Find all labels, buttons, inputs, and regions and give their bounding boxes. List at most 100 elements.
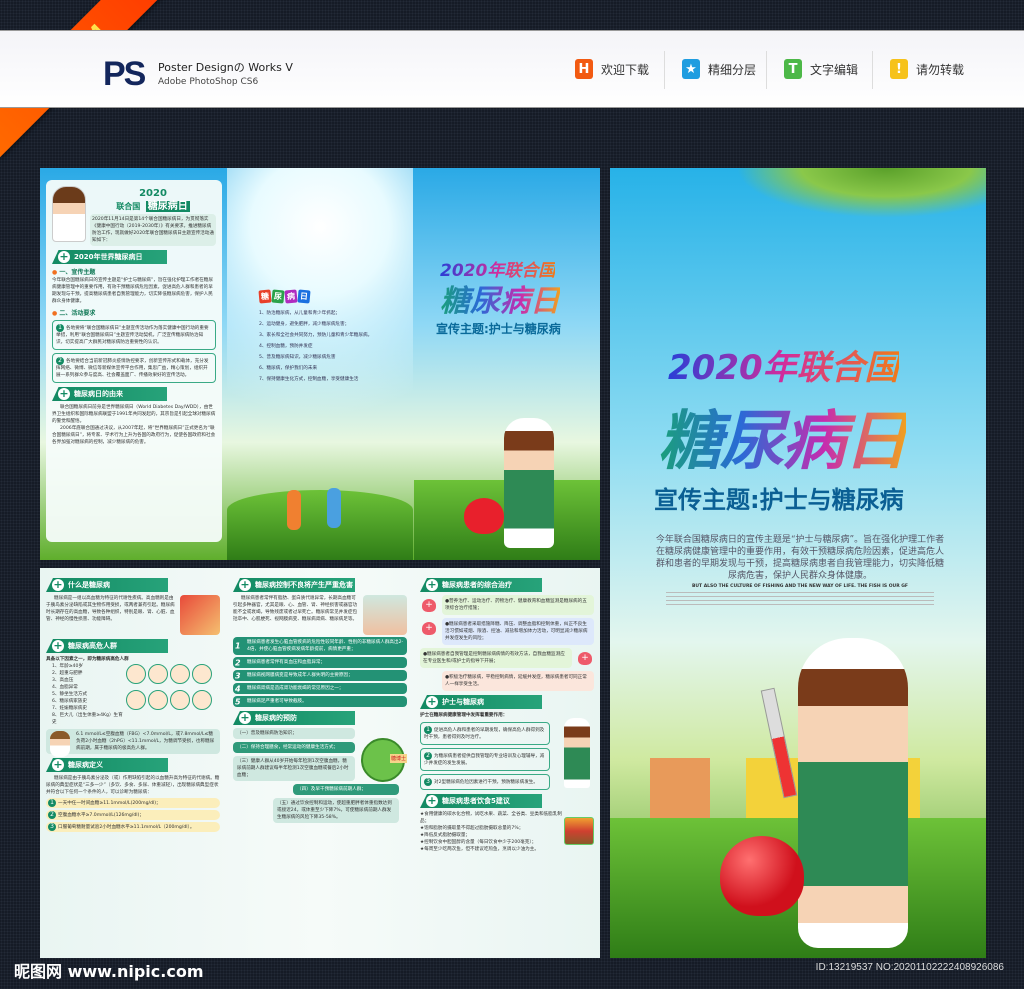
intro-card: 2020 联合国 糖尿病日 2020年11月14日是第14个联合国糖尿病日，为贯… xyxy=(46,180,222,542)
slogan-item: 5、普及糖尿病知识，减少糖尿病危害 xyxy=(259,355,336,360)
diet-item: ★降低反式脂肪摄取量； xyxy=(420,833,471,838)
risk-item: 3、高血压 xyxy=(52,678,74,683)
risk-item: 4、血脂异常 xyxy=(52,685,78,690)
feature-label: 文字编辑 xyxy=(810,62,859,77)
section-header: 糖尿病患者的综合治疗 xyxy=(420,578,594,592)
number-badge: 2 xyxy=(424,752,432,760)
english-body-lines xyxy=(666,592,934,606)
feature-0[interactable]: H 欢迎下载 xyxy=(575,59,649,79)
treatment-text: ●糖尿病患者采取措施降糖、降压、调整血脂和控制体重，纠正不良生活习惯如戒烟、限酒… xyxy=(445,622,588,641)
cover-slogan: 宣传主题:护士与糖尿病 xyxy=(654,486,904,514)
point-text: 糖尿病肾病是造成肾功能衰竭的常见原因之一； xyxy=(247,686,344,691)
brochure-cover: 2020年联合国 糖尿病日 宣传主题:护士与糖尿病 今年联合国糖尿病日的宣传主题… xyxy=(610,168,986,958)
harm-points: 1 糖尿病患者发生心脑血管疾病的危险性较同年龄、性别的非糖尿病人群高出2-4倍，并… xyxy=(233,637,407,707)
role-text: 为糖尿病患者提供自我管理的专业培训及心理辅导，减少并发症的发生发展。 xyxy=(424,754,545,766)
cover-title-line1: 2020年联合国 xyxy=(668,340,899,389)
heart-illustration xyxy=(720,836,804,916)
risk-item: 6、糖尿病家族史 xyxy=(52,699,88,704)
number-badge: 1 xyxy=(235,641,241,651)
diet-item: ★食用健康的碳水化合物，试吃水果、蔬菜、全谷类、豆类和低脂乳制品； xyxy=(420,812,562,824)
point-text: 糖尿病视网膜病变是导致成年人群失明的主要原因； xyxy=(247,673,353,678)
section-header: 什么是糖尿病 xyxy=(46,578,220,592)
badge-char: 尿 xyxy=(271,289,285,304)
prevention-item: （五）通过饮食控制和运动，使超重肥胖者体重指数达到或接近24，或体重至少下降7%… xyxy=(273,798,399,823)
slogan-item: 6、糖尿病，保护我们的未来 xyxy=(259,366,318,371)
feature-label: 欢迎下载 xyxy=(601,62,650,77)
inside-right-panel: 糖尿病患者的综合治疗 ●营养治疗、运动治疗、药物治疗、健康教育和血糖监测是糖尿病… xyxy=(414,568,600,958)
brand-title: Poster Designの Works V xyxy=(158,61,293,74)
section-header: 糖尿病控制不良将产生严重危害 xyxy=(233,578,407,592)
treatment-item: ●营养治疗、运动治疗、药物治疗、健康教育和血糖监测是糖尿病的五项综合治疗措施； + xyxy=(422,595,594,615)
theme-text: 今年联合国糖尿病日的宣传主题是“护士与糖尿病”，旨在强化护理工作者在糖尿病健康管… xyxy=(52,278,213,304)
nurse-role: 1 促进高危人群和患者的早期发现，确保高危人群得到及时干预，患者得到及时治疗。 xyxy=(420,722,550,745)
runners-illustration xyxy=(327,488,341,528)
brochure-outside: 2020 联合国 糖尿病日 2020年11月14日是第14个联合国糖尿病日，为贯… xyxy=(40,168,600,560)
nurse-illustration xyxy=(504,418,554,548)
harm-point: 2 糖尿病患者常伴有高血压和血脂异常； xyxy=(233,657,407,668)
role-text: 对2型糖尿病危险因素进行干预，预防糖尿病发生。 xyxy=(434,780,538,785)
food-basket-illustration xyxy=(564,817,594,845)
harm-text: 糖尿病患者常伴有脂肪、蛋白质代谢异常，长期高血糖可引起多种器官，尤其是眼、心、血… xyxy=(233,596,358,622)
diet-item: ★控制饮食中胆固醇的含量（每日饮食中少于200毫克）； xyxy=(420,840,537,845)
point-text: 糖尿病患者常伴有高血压和血脂异常； xyxy=(247,660,326,665)
harm-point: 4 糖尿病肾病是造成肾功能衰竭的常见原因之一； xyxy=(233,683,407,694)
badge-char: 糖 xyxy=(258,289,272,304)
nurse-illustration xyxy=(564,718,590,788)
site-watermark: 昵图网 www.nipic.com xyxy=(14,962,204,981)
feature-label: 精细分层 xyxy=(708,62,757,77)
criterion: 2 空腹血糖水平≥7.0mmol/L(126mg/dl)； xyxy=(46,810,220,820)
number-badge: 2 xyxy=(235,658,241,667)
diet-item: ★饱和脂肪的摄取量不得超过脂肪摄取总量的7%； xyxy=(420,826,524,831)
slogan-item: 3、家长和全社会共同努力，预防儿童和青少年糖尿病。 xyxy=(259,333,373,338)
section-header: 糖尿病日的由来 xyxy=(52,387,216,401)
prevention-item: （一）普及糖尿病防治知识； xyxy=(233,728,355,739)
feature-2[interactable]: T 文字编辑 xyxy=(784,59,858,79)
heart-plus-icon: + xyxy=(422,599,436,612)
title-prefix: 联合国 xyxy=(116,202,141,211)
criterion-text: 空腹血糖水平≥7.0mmol/L(126mg/dl)； xyxy=(58,813,144,818)
prevention-list: （一）普及糖尿病防治知识； （二）保持合理膳食，经常运动的健康生活方式； （三）健康… xyxy=(233,728,399,823)
requirement-box: 2 各地要结合当前新冠肺炎疫情防控要求，创新宣传形式和载体，充分发挥网络、微博、微… xyxy=(52,353,216,383)
divider xyxy=(872,51,873,89)
risk-item: 7、妊娠糖尿病史 xyxy=(52,706,88,711)
criterion-text: 口服葡萄糖耐量试验2小时血糖水平≥11.1mmol/L（200mg/dl）。 xyxy=(58,825,195,830)
diet-item: ★每周至少吃两次鱼，但不建议吃煎鱼，烹调以少油为主。 xyxy=(420,847,539,852)
requirement-box: 1 各地要将“联合国糖尿病日”主题宣传活动作为落实健康中国行动的重要举措，利用“联… xyxy=(52,320,216,350)
point-text: 糖尿病患者发生心脑血管疾病的危险性较同年龄、性别的非糖尿病人群高出2-4倍，并使… xyxy=(247,640,404,652)
number-badge: 5 xyxy=(235,697,241,706)
number-badge: 3 xyxy=(424,778,432,786)
origin-text: 联合国糖尿病日前身是世界糖尿病日（World Diabetes Day/WDD）… xyxy=(52,405,216,424)
doctor-icon xyxy=(50,731,70,757)
dr-sugar-illustration: 糖博士 xyxy=(361,738,407,782)
sign-label: 糖博士 xyxy=(389,754,407,763)
runners-illustration xyxy=(287,490,301,530)
number-badge: 1 xyxy=(48,799,56,807)
nurse-role: 3 对2型糖尿病危险因素进行干预，预防糖尿病发生。 xyxy=(420,774,550,790)
number-badge: 3 xyxy=(235,671,241,680)
cover-title-line2: 糖尿病日 xyxy=(658,390,908,482)
section-header: 糖尿病定义 xyxy=(46,758,220,772)
subheading: 二、活动要求 xyxy=(52,308,216,317)
section-header: 糖尿病高危人群 xyxy=(46,639,220,653)
badge-char: 病 xyxy=(284,289,298,304)
header-bar: PS Poster Designの Works V Adobe PhotoSho… xyxy=(0,30,1024,108)
risk-item: 8、巨大儿（出生体重≥4Kg）生育史 xyxy=(52,713,123,725)
h-icon: H xyxy=(575,59,593,79)
requirement-text: 各地要结合当前新冠肺炎疫情防控要求，创新宣传形式和载体，充分发挥网络、微博、微信… xyxy=(56,359,209,378)
criterion: 3 口服葡萄糖耐量试验2小时血糖水平≥11.1mmol/L（200mg/dl）。 xyxy=(46,822,220,832)
inside-left-panel: 什么是糖尿病 糖尿病是一组以高血糖为特征的代谢性疾病。高血糖则是由于胰岛素分泌缺… xyxy=(40,568,226,958)
criteria-list: 1 一天中任一时间血糖≥11.1mmol/L(200mg/dl)； 2 空腹血糖水平≥… xyxy=(46,798,220,832)
prevention-item: （二）保持合理膳食，经常运动的健康生活方式； xyxy=(233,742,355,753)
nurse-illustration xyxy=(798,638,908,948)
section-header: 糖尿病患者饮食5建议 xyxy=(420,794,594,808)
slogan-item: 7、保持健康生化方式，控制血糖，享受健康生活 xyxy=(259,377,359,382)
feature-1[interactable]: ★ 精细分层 xyxy=(682,59,756,79)
section-header: 护士与糖尿病 xyxy=(420,695,594,709)
title-line2: 糖尿病日 xyxy=(440,276,560,320)
slogan-list: 1、防治糖尿病，从儿童和青少年抓起； 2、运动健身，避免肥胖，减少糖尿病危害； 3、… xyxy=(259,310,372,387)
text-icon: T xyxy=(784,59,802,79)
origin-text: 2006年底联合国通过决议，从2007年起，将“世界糖尿病日”正式更名为“联合国… xyxy=(52,426,216,445)
feature-3[interactable]: ! 请勿转载 xyxy=(890,59,964,79)
risk-item: 5、静坐生活方式 xyxy=(52,692,88,697)
treatment-text: ●营养治疗、运动治疗、药物治疗、健康教育和血糖监测是糖尿病的五项综合治疗措施； xyxy=(445,599,587,611)
